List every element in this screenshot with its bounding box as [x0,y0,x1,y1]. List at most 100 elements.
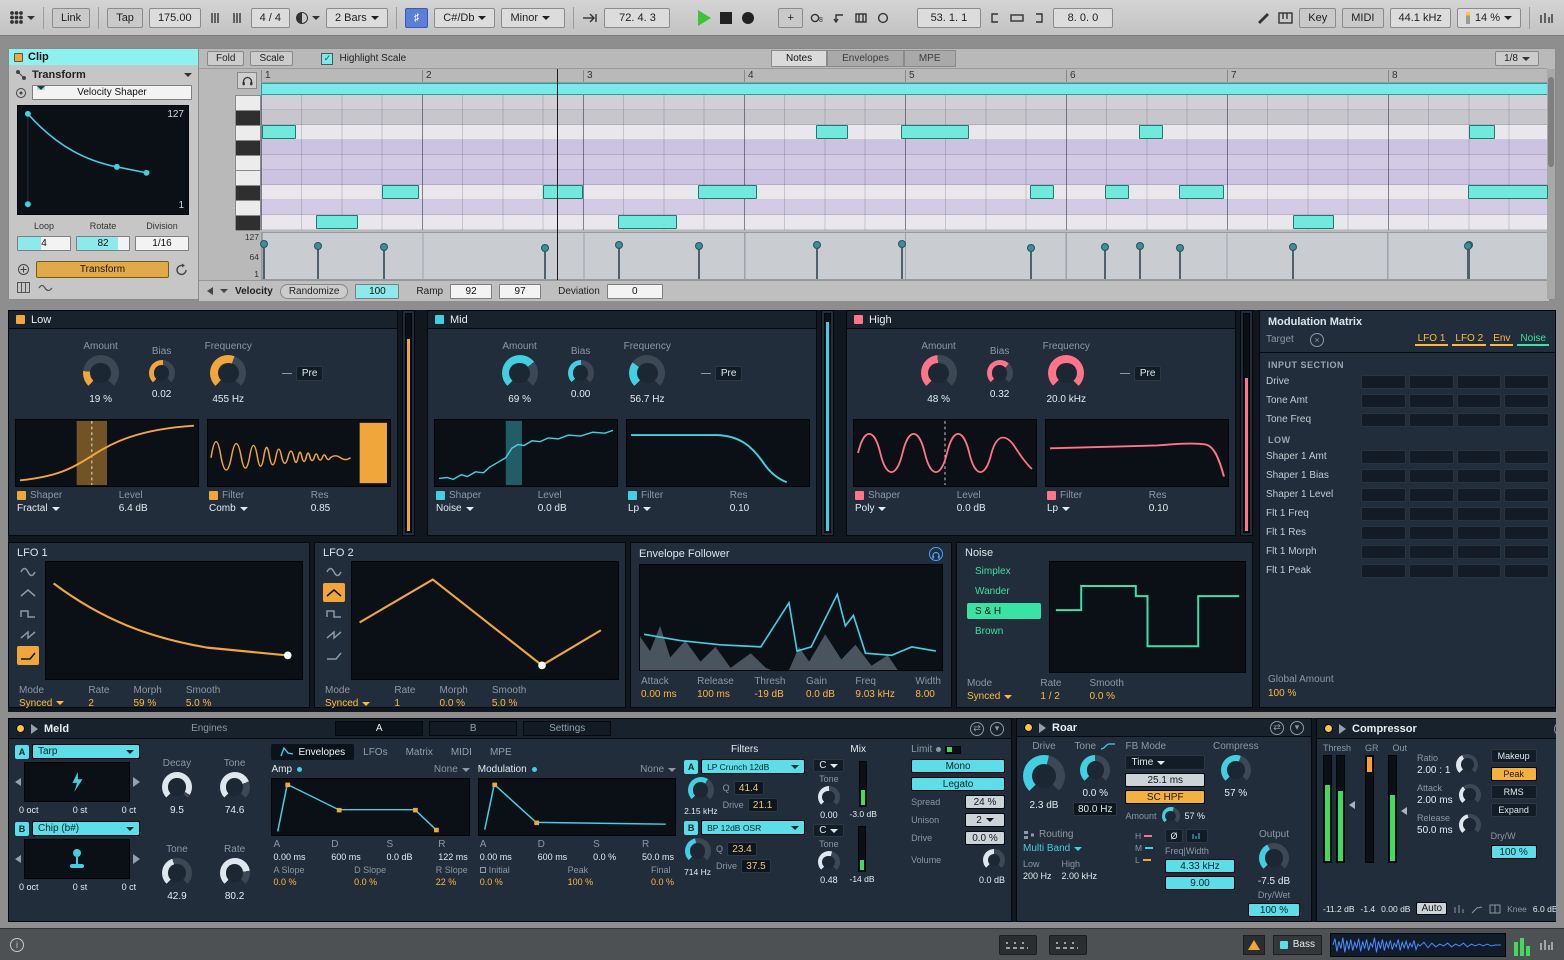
custom-shape-icon[interactable] [17,646,39,665]
engine-b-st[interactable]: 0 st [73,882,88,892]
mod-decay[interactable]: 600 ms [538,852,568,862]
matrix-row[interactable]: Flt 1 Freq [1260,504,1555,523]
triangle-shape-icon[interactable] [323,583,345,602]
tab-mpe[interactable]: MPE [481,744,521,760]
highlight-scale-checkbox[interactable]: ✓ [321,53,333,65]
phase-invert-button[interactable]: Ø [1165,829,1183,843]
mixer-view-icon[interactable] [1538,935,1554,955]
next-osc-icon[interactable] [133,854,140,864]
meld-tab-settings[interactable]: Settings [523,721,611,736]
matrix-cell[interactable] [1504,526,1549,540]
division-field[interactable]: 1/16 [135,236,189,251]
prev-osc-icon[interactable] [15,778,21,786]
engine-b-badge[interactable]: B [15,822,29,836]
velocity-marker[interactable] [1104,247,1106,279]
matrix-cell[interactable] [1504,488,1549,502]
tab-notes[interactable]: Notes [771,50,827,67]
tab-lfos[interactable]: LFOs [354,744,396,760]
volume-value[interactable]: 0.0 dB [979,875,1005,885]
level-value[interactable]: 0.0 dB [538,503,616,514]
nudge-up-button[interactable] [229,8,245,28]
amount-knob[interactable] [502,355,538,391]
routing-mode-select[interactable]: Multi Band [1023,843,1127,854]
square-shape-icon[interactable] [17,604,39,623]
clip-pattern-slot[interactable] [1049,935,1087,955]
band-high-activator[interactable] [854,315,863,324]
lfo1-smooth-value[interactable]: 5.0 % [186,698,212,709]
computer-midi-keyboard-icon[interactable] [1277,8,1293,28]
next-osc-icon[interactable] [133,777,140,787]
frequency-knob[interactable] [210,355,246,391]
meter-view-icon[interactable] [1453,904,1465,914]
release-value[interactable]: 50.0 ms [1417,825,1453,836]
back-to-arrangement-icon[interactable] [831,8,847,28]
limit-label[interactable]: Limit [911,744,932,755]
matrix-row[interactable]: Drive [1260,372,1555,391]
velocity-marker[interactable] [1030,248,1032,279]
midi-note[interactable] [262,125,295,139]
ramp-to-field[interactable]: 97 [499,284,541,299]
ef-attack-value[interactable]: 0.00 ms [641,689,677,700]
arrangement-position-field[interactable]: 72. 4. 3 [604,8,670,28]
mix-a-tone-knob[interactable] [818,786,840,808]
engine-b-tone-knob[interactable] [162,858,192,888]
meld-tab-a[interactable]: A [335,721,423,736]
piano-key[interactable] [236,126,260,141]
matrix-cell[interactable] [1361,413,1406,427]
device-on-toggle[interactable] [16,724,25,733]
band-select-stack[interactable]: H M L [1135,829,1157,865]
lfo2-display[interactable] [351,561,619,680]
lfo2-morph-value[interactable]: 0.0 % [439,698,465,709]
frequency-value[interactable]: 455 Hz [212,394,244,405]
clip-pattern-slot[interactable] [999,935,1037,955]
matrix-cell[interactable] [1409,545,1454,559]
loop-toggle-icon[interactable] [875,8,891,28]
roar-tone-knob[interactable] [1080,755,1110,785]
preview-headphone-icon[interactable] [237,72,257,89]
ratio-value[interactable]: 2.00 : 1 [1417,765,1450,776]
attack-value[interactable]: 2.00 ms [1417,795,1453,806]
matrix-cell[interactable] [1504,545,1549,559]
matrix-col-lfo1[interactable]: LFO 1 [1415,333,1449,346]
filter-b-freq-value[interactable]: 714 Hz [684,867,711,877]
velocity-marker[interactable] [1292,247,1294,279]
shaper-type-select[interactable]: Poly [855,503,957,514]
ef-release-value[interactable]: 100 ms [697,689,730,700]
draw-mode-icon[interactable] [1255,8,1271,28]
matrix-cell[interactable] [1504,507,1549,521]
amp-a-slope[interactable]: 0.0 % [273,877,296,887]
filter-activator[interactable] [1047,491,1056,500]
matrix-cell[interactable] [1409,469,1454,483]
device-on-toggle[interactable] [1324,724,1333,733]
matrix-cell[interactable] [1504,375,1549,389]
band-low-activator[interactable] [16,315,25,324]
release-knob[interactable] [1459,814,1481,836]
noise-mode-sh[interactable]: S & H [967,603,1041,619]
matrix-cell[interactable] [1504,564,1549,578]
matrix-cell[interactable] [1457,526,1502,540]
overdub-icon[interactable]: 8 [809,8,825,28]
lfo2-mode-select[interactable]: Synced [325,698,370,709]
mod-peak[interactable]: 100 % [568,877,594,887]
punch-out-icon[interactable] [1031,8,1047,28]
roar-output-knob[interactable] [1259,843,1289,873]
matrix-cell[interactable] [1504,413,1549,427]
options-menu-icon[interactable] [10,8,35,28]
midi-note[interactable] [1105,185,1129,199]
reroll-icon[interactable] [175,263,189,277]
play-button[interactable] [696,8,712,28]
velocity-marker[interactable] [317,246,319,279]
tap-tempo-button[interactable]: Tap [107,8,143,28]
amount-knob[interactable] [921,355,957,391]
loop-region-icon[interactable] [1009,8,1025,28]
peak-button[interactable]: Peak [1491,767,1537,781]
roar-output-value[interactable]: -7.5 dB [1258,876,1290,887]
noise-mode-wander[interactable]: Wander [967,583,1041,599]
bias-knob[interactable] [149,360,175,386]
mod-initial[interactable]: 0.0 % [480,877,503,887]
roar-tone-value[interactable]: 0.0 % [1082,788,1108,799]
ef-width-value[interactable]: 8.00 [915,689,934,700]
midi-note[interactable] [1139,125,1162,139]
scale-root-menu[interactable]: C#/Db [434,8,495,28]
amp-envelope-display[interactable] [271,778,469,836]
